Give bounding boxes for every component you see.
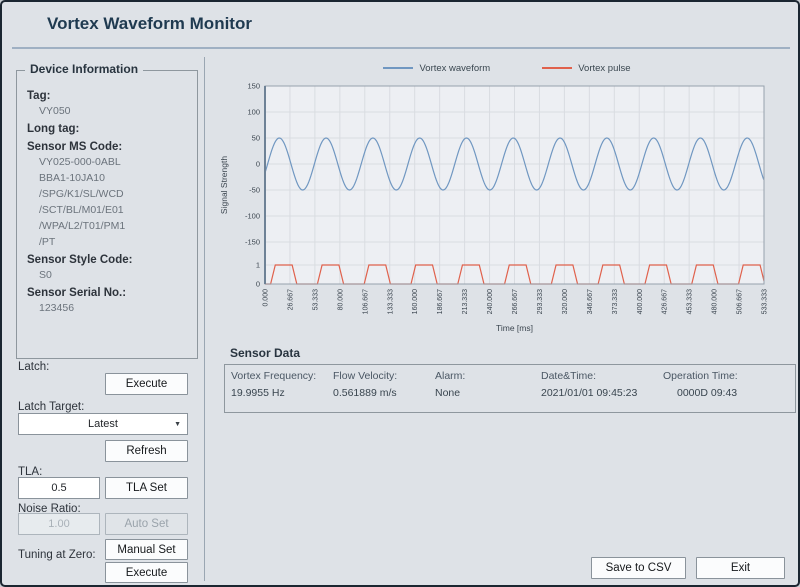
svg-text:373.333: 373.333 xyxy=(612,289,619,314)
page-title: Vortex Waveform Monitor xyxy=(47,14,252,34)
latch-execute-button[interactable]: Execute xyxy=(105,373,188,395)
device-field-value: 123456 xyxy=(39,302,191,315)
device-field-value: BBA1-10JA10 xyxy=(39,172,191,185)
svg-text:160.000: 160.000 xyxy=(412,289,419,314)
svg-text:-50: -50 xyxy=(249,186,260,195)
svg-text:Time [ms]: Time [ms] xyxy=(496,323,533,333)
sensor-data-column: Alarm: None xyxy=(435,370,541,412)
svg-text:106.667: 106.667 xyxy=(362,289,369,314)
legend-label: Vortex waveform xyxy=(419,63,490,74)
sensor-data-title: Sensor Data xyxy=(230,346,300,360)
device-information-title: Device Information xyxy=(25,62,143,76)
manual-set-button[interactable]: Manual Set xyxy=(105,539,188,560)
sensor-data-value: 19.9955 Hz xyxy=(231,387,333,399)
refresh-button[interactable]: Refresh xyxy=(105,440,188,462)
sensor-data-label: Operation Time: xyxy=(663,370,795,382)
save-to-csv-button[interactable]: Save to CSV xyxy=(591,557,686,579)
device-information-fields: Tag: VY050 Long tag: Sensor MS Code: VY025-0… xyxy=(17,71,197,315)
app-window: Vortex Waveform Monitor Device Informati… xyxy=(0,0,800,587)
sensor-data-label: Vortex Frequency: xyxy=(231,370,333,382)
tuning-execute-button[interactable]: Execute xyxy=(105,562,188,583)
latch-target-value: Latest xyxy=(88,418,118,430)
svg-text:53.333: 53.333 xyxy=(312,289,319,311)
svg-text:Signal Strength: Signal Strength xyxy=(219,156,229,214)
sensor-data-value: 0000D 09:43 xyxy=(663,387,795,399)
device-field-value: VY025-000-0ABL xyxy=(39,156,191,169)
tla-input[interactable] xyxy=(18,477,100,499)
device-field-value: /SCT/BL/M01/E01 xyxy=(39,204,191,217)
auto-set-button: Auto Set xyxy=(105,513,188,535)
tuning-at-zero-label: Tuning at Zero: xyxy=(18,549,96,561)
device-field-value: /PT xyxy=(39,236,191,249)
svg-text:240.000: 240.000 xyxy=(487,289,494,314)
svg-text:-150: -150 xyxy=(245,238,260,247)
sensor-data-column: Operation Time: 0000D 09:43 xyxy=(663,370,795,412)
waveform-chart: 150100500-50-100-150100.00026.66753.3338… xyxy=(214,78,800,344)
legend-label: Vortex pulse xyxy=(578,63,630,74)
sensor-data-column: Date&Time: 2021/01/01 09:45:23 xyxy=(541,370,663,412)
device-field-label: Sensor MS Code: xyxy=(27,140,191,154)
legend-item: Vortex waveform xyxy=(383,63,490,74)
svg-text:100: 100 xyxy=(247,108,260,117)
device-field-value: S0 xyxy=(39,269,191,282)
device-field-value: /WPA/L2/T01/PM1 xyxy=(39,220,191,233)
svg-text:533.333: 533.333 xyxy=(762,289,769,314)
svg-text:213.333: 213.333 xyxy=(462,289,469,314)
svg-text:80.000: 80.000 xyxy=(337,289,344,311)
sensor-data-value: None xyxy=(435,387,541,399)
legend-item: Vortex pulse xyxy=(542,63,630,74)
chart-legend: Vortex waveform Vortex pulse xyxy=(214,60,800,76)
svg-text:426.667: 426.667 xyxy=(662,289,669,314)
device-field-value: VY050 xyxy=(39,105,191,118)
device-field-label: Sensor Serial No.: xyxy=(27,286,191,300)
svg-text:0: 0 xyxy=(256,160,260,169)
legend-line-swatch xyxy=(383,67,413,69)
svg-text:150: 150 xyxy=(247,82,260,91)
noise-ratio-input xyxy=(18,513,100,535)
device-field-label: Sensor Style Code: xyxy=(27,253,191,267)
exit-button[interactable]: Exit xyxy=(696,557,785,579)
svg-text:50: 50 xyxy=(252,134,260,143)
svg-text:293.333: 293.333 xyxy=(537,289,544,314)
device-information-group: Device Information Tag:VY050Long tag:Sen… xyxy=(16,70,198,359)
svg-text:506.667: 506.667 xyxy=(737,289,744,314)
chevron-down-icon: ▼ xyxy=(174,421,181,428)
svg-text:346.667: 346.667 xyxy=(587,289,594,314)
svg-text:186.667: 186.667 xyxy=(437,289,444,314)
panel-divider xyxy=(204,57,205,581)
device-field-label: Long tag: xyxy=(27,122,191,136)
sensor-data-column: Vortex Frequency: 19.9955 Hz xyxy=(231,370,333,412)
svg-text:0.000: 0.000 xyxy=(263,289,270,307)
svg-text:1: 1 xyxy=(256,261,260,270)
device-field-value: /SPG/K1/SL/WCD xyxy=(39,188,191,201)
svg-text:0: 0 xyxy=(256,280,260,289)
latch-target-select[interactable]: Latest ▼ xyxy=(18,413,188,435)
sensor-data-value: 2021/01/01 09:45:23 xyxy=(541,387,663,399)
svg-text:266.667: 266.667 xyxy=(512,289,519,314)
sensor-data-column: Flow Velocity: 0.561889 m/s xyxy=(333,370,435,412)
sensor-data-label: Flow Velocity: xyxy=(333,370,435,382)
sensor-data-table: Vortex Frequency: 19.9955 HzFlow Velocity… xyxy=(224,364,796,413)
sensor-data-label: Alarm: xyxy=(435,370,541,382)
device-field-label: Tag: xyxy=(27,89,191,103)
latch-target-label: Latch Target: xyxy=(18,401,84,413)
svg-text:320.000: 320.000 xyxy=(562,289,569,314)
legend-line-swatch xyxy=(542,67,572,69)
latch-label: Latch: xyxy=(18,361,49,373)
svg-text:480.000: 480.000 xyxy=(712,289,719,314)
title-divider xyxy=(12,47,790,49)
sensor-data-label: Date&Time: xyxy=(541,370,663,382)
svg-text:133.333: 133.333 xyxy=(387,289,394,314)
svg-text:26.667: 26.667 xyxy=(287,289,294,311)
svg-text:-100: -100 xyxy=(245,212,260,221)
sensor-data-value: 0.561889 m/s xyxy=(333,387,435,399)
tla-set-button[interactable]: TLA Set xyxy=(105,477,188,499)
svg-text:453.333: 453.333 xyxy=(687,289,694,314)
svg-text:400.000: 400.000 xyxy=(637,289,644,314)
